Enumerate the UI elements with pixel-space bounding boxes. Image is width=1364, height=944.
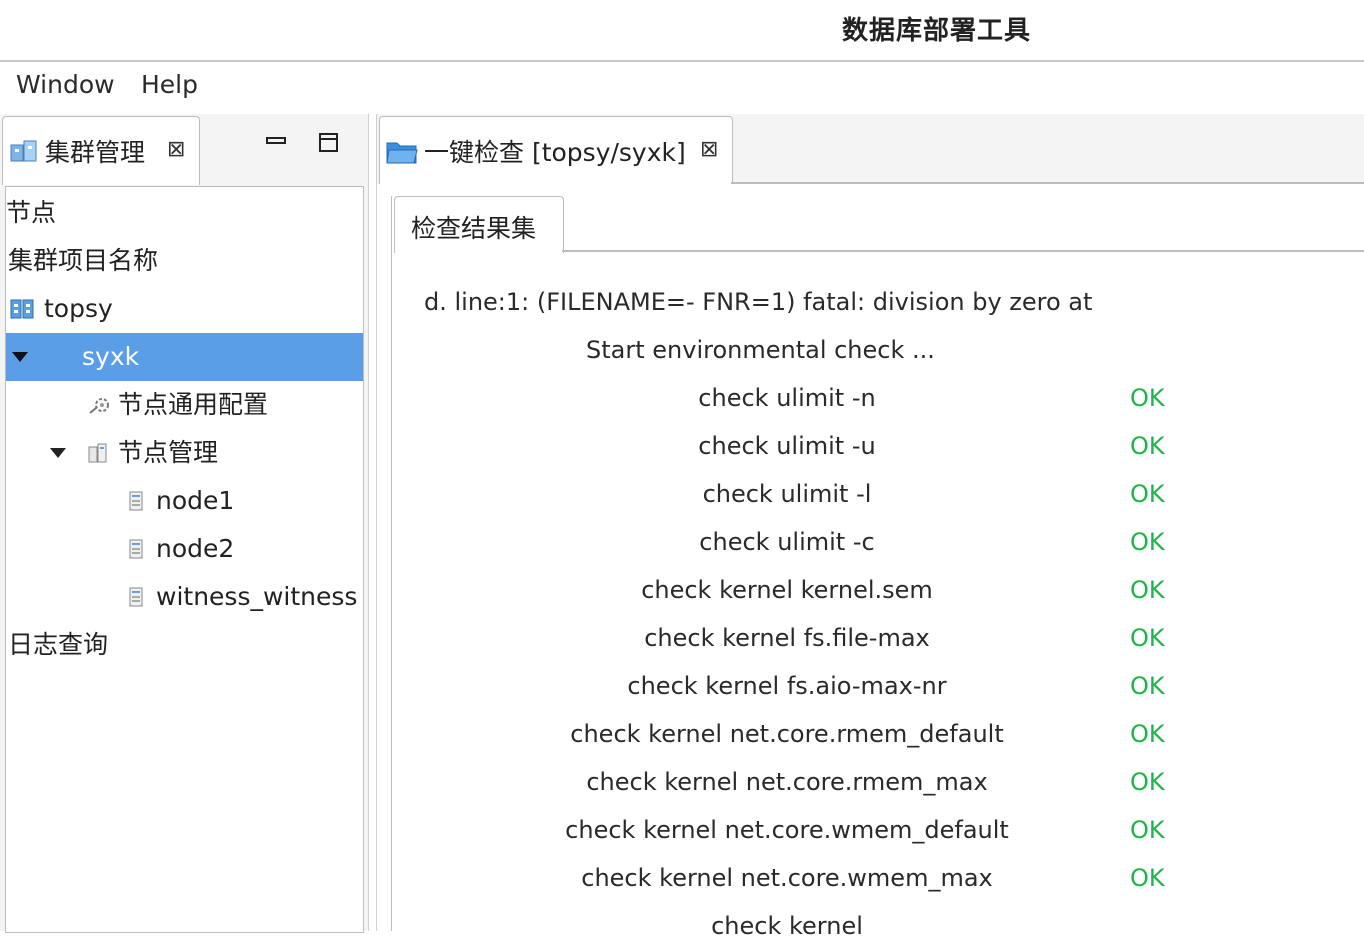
check-item-name: check kernel kernel.sem (641, 576, 933, 604)
check-item-name: check ulimit -l (702, 480, 872, 508)
tree-item-label: 节点管理 (118, 438, 219, 467)
tree-item-label: node1 (156, 486, 235, 515)
check-status: OK (1130, 768, 1165, 796)
minimize-icon[interactable] (266, 132, 288, 154)
check-status: OK (1130, 672, 1165, 700)
tab-one-click-check[interactable]: 一键检查 [topsy/syxk] ⊠ (379, 116, 733, 185)
tab-check-results[interactable]: 检查结果集 (394, 196, 564, 253)
cluster-view-panel: 集群管理 ⊠ 节点 集群项目名称 topsy syxk 节点通用配置 节点管理 … (0, 114, 369, 933)
expand-arrow-icon[interactable] (50, 448, 66, 458)
check-status: OK (1130, 624, 1165, 652)
gear-icon (89, 398, 109, 414)
check-status: OK (1130, 480, 1165, 508)
tree-item-witness[interactable]: witness_witness (6, 573, 363, 621)
server-icon (129, 587, 143, 607)
inner-tab-divider (562, 250, 1364, 252)
cluster-icon (10, 140, 37, 162)
check-item-name: check kernel net.core.wmem_max (581, 864, 993, 892)
tree-item-label: witness_witness (156, 582, 358, 611)
start-check-line: Start environmental check ... (586, 336, 935, 364)
error-line: d. line:1: (FILENAME=- FNR=1) fatal: div… (424, 288, 1093, 316)
tree-item-label: 集群项目名称 (8, 246, 159, 275)
tree-item-topsy[interactable]: topsy (6, 285, 363, 333)
tree-item-syxk[interactable]: syxk (6, 333, 363, 381)
close-icon[interactable]: ⊠ (167, 137, 185, 162)
check-item-name: check kernel fs.file-max (644, 624, 930, 652)
check-results-list: check ulimit -n OK check ulimit -u OK ch… (392, 384, 1364, 944)
check-item-name: check kernel net.core.wmem_default (565, 816, 1009, 844)
check-status: OK (1130, 720, 1165, 748)
editor-content: 检查结果集 d. line:1: (FILENAME=- FNR=1) fata… (377, 184, 1364, 940)
tree-item-label: node2 (156, 534, 235, 563)
cluster-view-tabstrip: 集群管理 ⊠ (0, 114, 368, 185)
expand-arrow-icon[interactable] (12, 352, 28, 362)
check-status: OK (1130, 432, 1165, 460)
tree-item-node-common-config[interactable]: 节点通用配置 (6, 381, 363, 429)
close-icon[interactable]: ⊠ (700, 137, 718, 162)
tree-item-log-query[interactable]: 日志查询 (6, 621, 363, 669)
menu-bar: Window Help (0, 62, 1364, 112)
tree-item-node1[interactable]: node1 (6, 477, 363, 525)
editor-panel: 一键检查 [topsy/syxk] ⊠ 检查结果集 d. line:1: (FI… (376, 114, 1364, 940)
check-item-name: check kernel net.core.rmem_max (586, 768, 988, 796)
check-status: OK (1130, 864, 1165, 892)
tree-item-nodes-header[interactable]: 节点 (6, 189, 363, 237)
tree-item-label: syxk (82, 342, 140, 371)
servers-icon (88, 443, 107, 463)
tree-item-label: 节点 (6, 198, 57, 227)
window-titlebar: 数据库部署工具 (0, 0, 1364, 62)
cluster-group-icon (10, 299, 34, 319)
check-item-name: check ulimit -u (698, 432, 876, 460)
server-icon (129, 491, 143, 511)
check-item-name: check ulimit -c (699, 528, 875, 556)
check-status: OK (1130, 384, 1165, 412)
window-title: 数据库部署工具 (842, 16, 1032, 46)
results-frame: 检查结果集 d. line:1: (FILENAME=- FNR=1) fata… (391, 196, 1364, 940)
tree-item-node2[interactable]: node2 (6, 525, 363, 573)
check-status: OK (1130, 528, 1165, 556)
menu-help[interactable]: Help (141, 70, 198, 99)
tree-item-node-management[interactable]: 节点管理 (6, 429, 363, 477)
check-item-name: check kernel (711, 912, 863, 940)
tree-item-label: 节点通用配置 (118, 390, 269, 419)
check-item-name: check ulimit -n (698, 384, 876, 412)
check-status: OK (1130, 576, 1165, 604)
check-item-name: check kernel fs.aio-max-nr (627, 672, 947, 700)
check-item-name: check kernel net.core.rmem_default (570, 720, 1004, 748)
check-status: OK (1130, 816, 1165, 844)
server-icon (129, 539, 143, 559)
tab-cluster-management-label: 集群管理 (45, 138, 146, 167)
tab-check-results-label: 检查结果集 (411, 214, 537, 243)
tree-item-label: topsy (44, 294, 113, 323)
tree-item-label: 日志查询 (8, 630, 109, 659)
tab-cluster-management[interactable]: 集群管理 ⊠ (2, 116, 200, 185)
tree-item-cluster-name-header[interactable]: 集群项目名称 (6, 237, 363, 285)
tab-one-click-check-label: 一键检查 [topsy/syxk] (424, 138, 686, 167)
menu-window[interactable]: Window (16, 70, 115, 99)
folder-icon (386, 142, 418, 164)
maximize-icon[interactable] (318, 132, 340, 154)
cluster-tree: 节点 集群项目名称 topsy syxk 节点通用配置 节点管理 node1 n… (5, 186, 364, 933)
